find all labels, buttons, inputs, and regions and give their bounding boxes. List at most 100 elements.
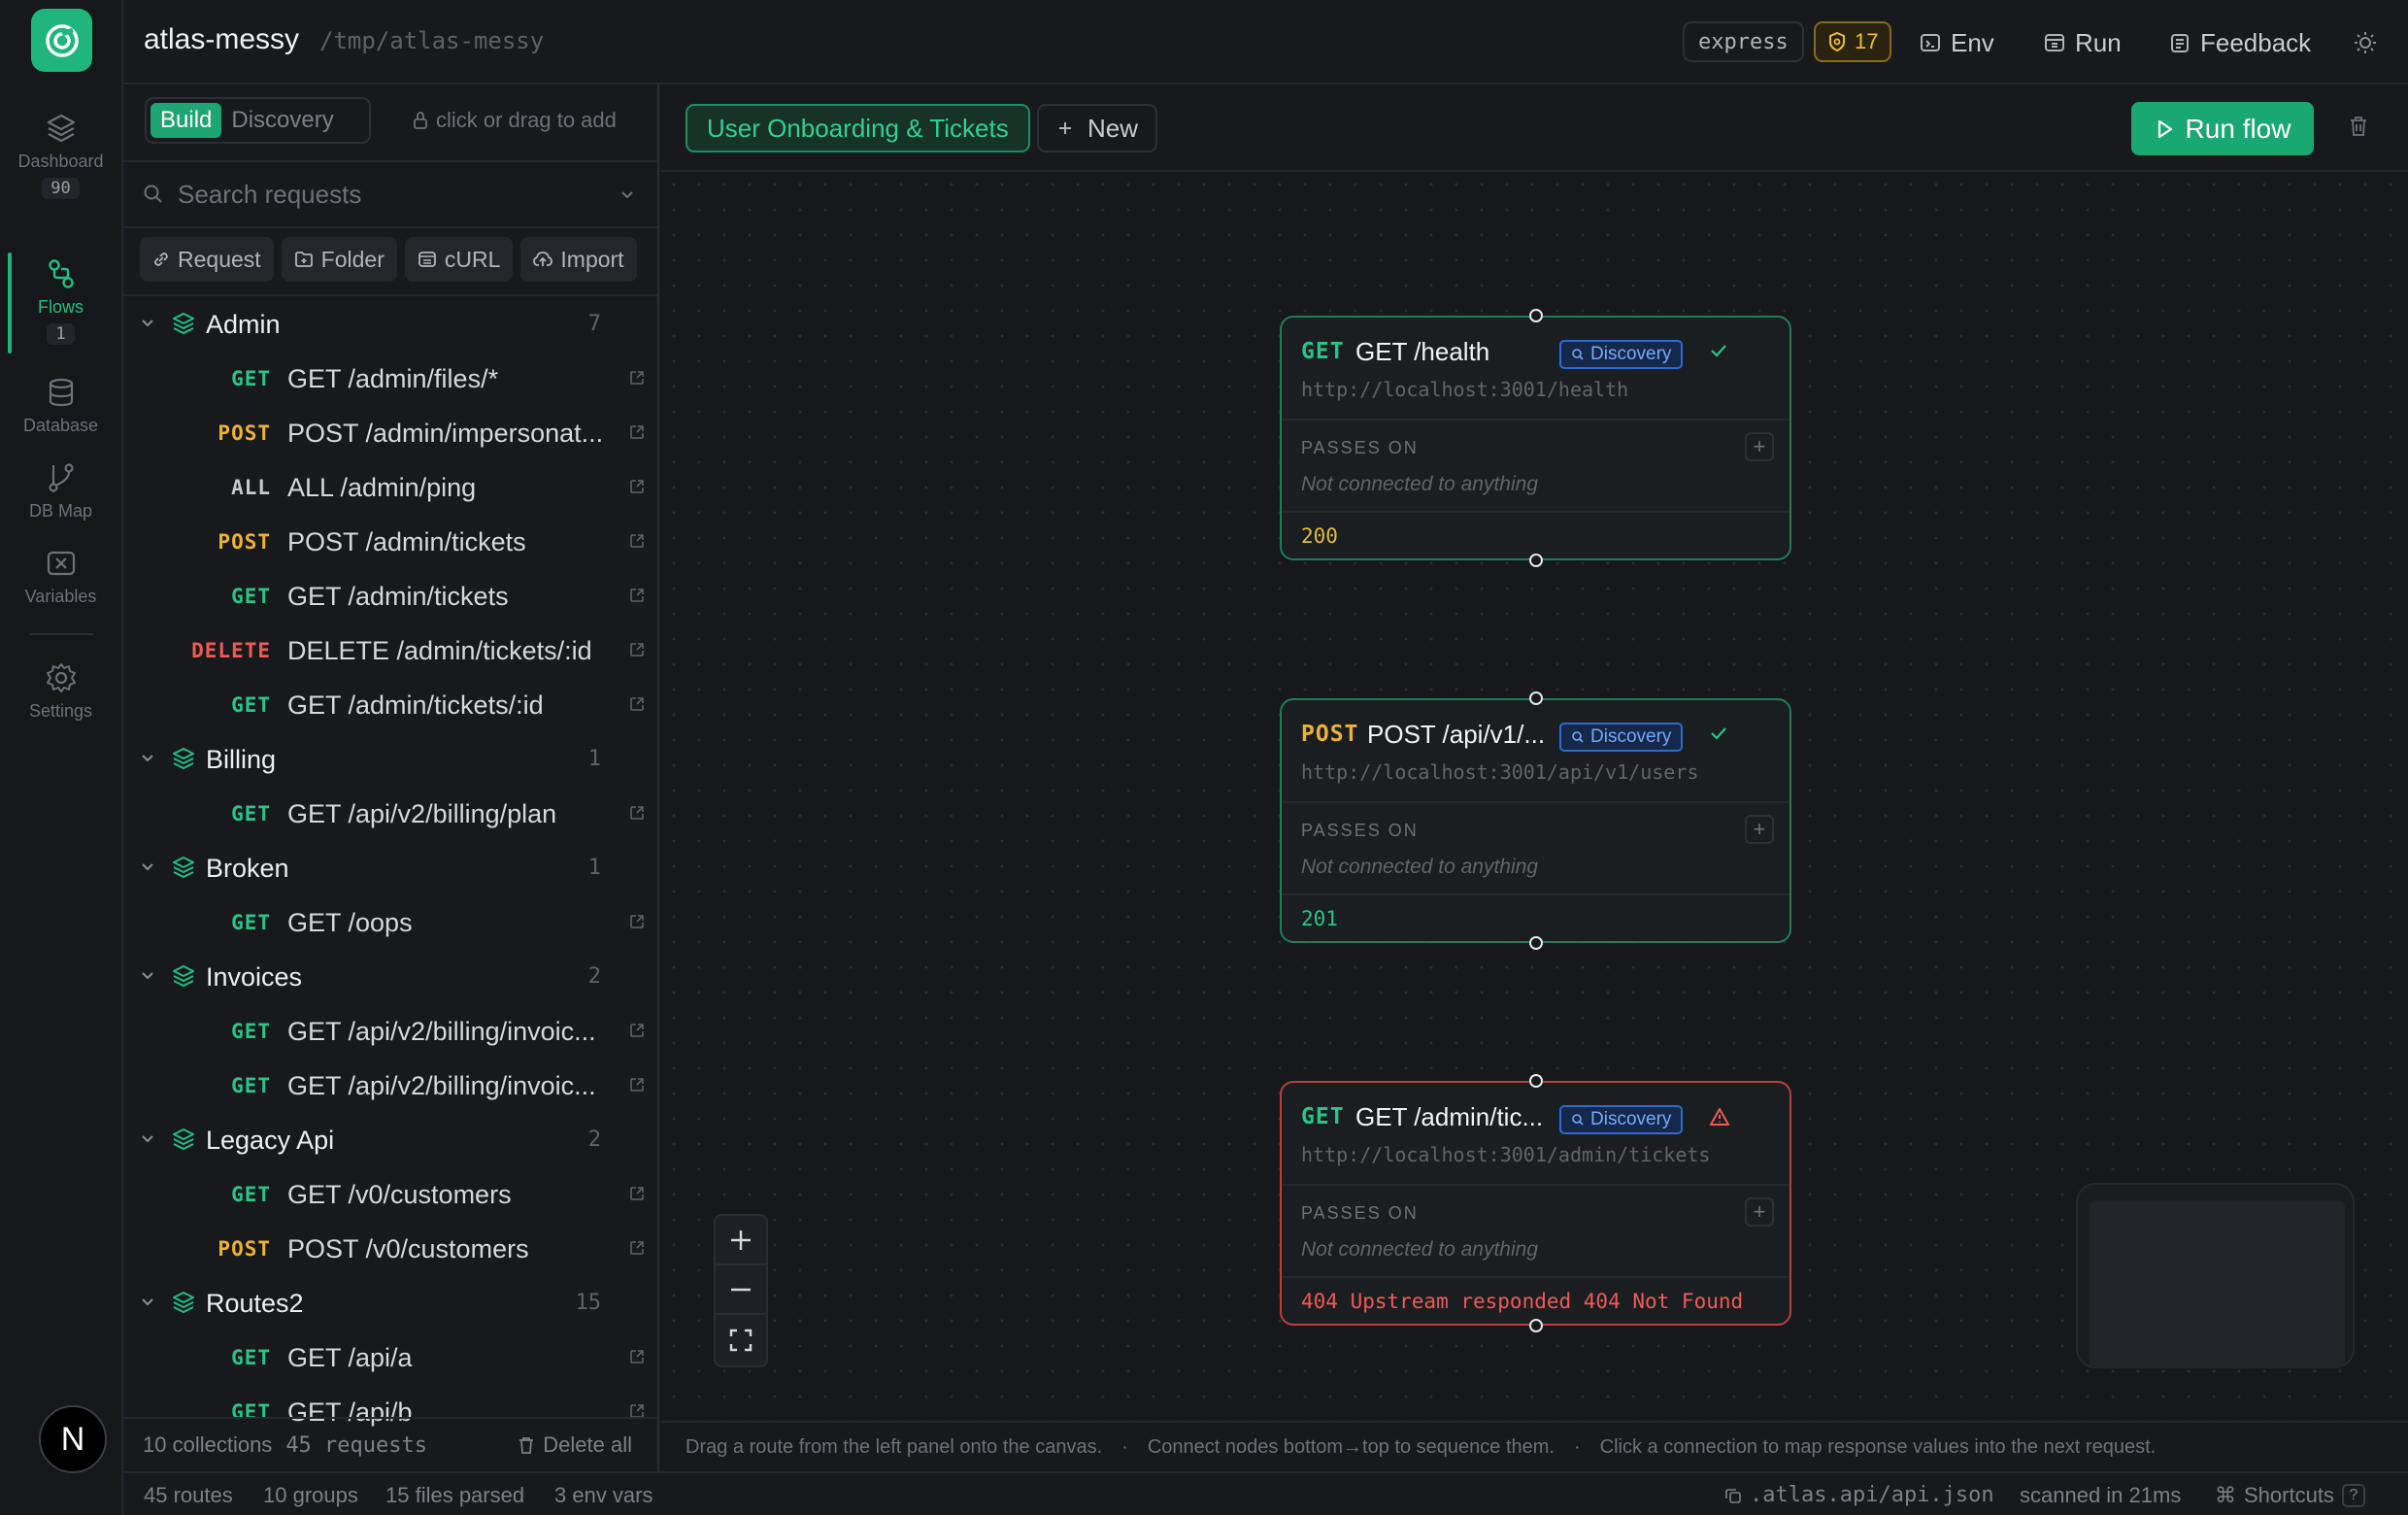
- rail-dashboard[interactable]: Dashboard 90: [0, 111, 121, 199]
- new-folder-label: Folder: [320, 246, 385, 272]
- new-folder-button[interactable]: Folder: [281, 237, 397, 282]
- node-input-handle[interactable]: [1529, 1074, 1543, 1088]
- request-item[interactable]: GET GET /api/a: [123, 1330, 657, 1384]
- collection-group[interactable]: Admin 7: [123, 296, 657, 351]
- warnings-badge[interactable]: 17: [1814, 21, 1892, 62]
- request-method: POST: [217, 421, 271, 445]
- sidebar-footer: 10 collections 45 requests Delete all: [123, 1417, 657, 1471]
- folder-plus-icon: [294, 252, 313, 267]
- external-link-icon[interactable]: [628, 369, 646, 387]
- request-name: GET /api/v2/billing/invoic...: [287, 1071, 596, 1100]
- collection-name: Invoices: [206, 962, 303, 992]
- external-link-icon[interactable]: [628, 804, 646, 822]
- collection-group[interactable]: Billing 1: [123, 731, 657, 786]
- external-link-icon[interactable]: [628, 913, 646, 930]
- external-link-icon[interactable]: [628, 532, 646, 550]
- external-link-icon[interactable]: [628, 1185, 646, 1202]
- search-input[interactable]: [178, 179, 605, 210]
- delete-all-button[interactable]: Delete all: [518, 1432, 632, 1458]
- zoom-in-button[interactable]: [716, 1216, 766, 1265]
- delete-flow-button[interactable]: [2348, 115, 2369, 138]
- app-logo[interactable]: [31, 9, 92, 72]
- env-button[interactable]: Env: [1920, 23, 1994, 62]
- import-button[interactable]: Import: [520, 237, 637, 282]
- mode-discovery-tab[interactable]: Discovery: [221, 103, 343, 138]
- request-item[interactable]: GET GET /api/v2/billing/plan: [123, 786, 657, 840]
- request-item[interactable]: POST POST /v0/customers: [123, 1221, 657, 1275]
- external-link-icon[interactable]: [628, 695, 646, 713]
- feedback-button[interactable]: Feedback: [2169, 23, 2311, 62]
- external-link-icon[interactable]: [628, 641, 646, 658]
- status-bar: 45 routes 10 groups 15 files parsed 3 en…: [123, 1471, 2408, 1515]
- fit-view-button[interactable]: [716, 1315, 766, 1364]
- node-input-handle[interactable]: [1529, 309, 1543, 322]
- request-item[interactable]: GET GET /admin/files/*: [123, 351, 657, 405]
- request-item[interactable]: POST POST /admin/impersonat...: [123, 405, 657, 459]
- request-item[interactable]: GET GET /oops: [123, 894, 657, 949]
- flow-node-admin-tickets[interactable]: GET GET /admin/tic... Discovery http://l…: [1280, 1074, 1791, 1332]
- top-bar: atlas-messy /tmp/atlas-messy express 17 …: [123, 0, 2408, 84]
- minimap[interactable]: [2076, 1183, 2355, 1368]
- chevron-down-icon[interactable]: [619, 185, 636, 203]
- request-item[interactable]: GET GET /v0/customers: [123, 1166, 657, 1221]
- shield-icon: [1829, 31, 1845, 52]
- external-link-icon[interactable]: [628, 1239, 646, 1257]
- external-link-icon[interactable]: [628, 423, 646, 441]
- external-link-icon[interactable]: [628, 1022, 646, 1039]
- node-url: http://localhost:3001/admin/tickets: [1301, 1143, 1711, 1166]
- flow-node-health[interactable]: GET GET /health Discovery http://localho…: [1280, 309, 1791, 567]
- passes-on-label: PASSES ON: [1301, 821, 1419, 840]
- node-output-handle[interactable]: [1529, 936, 1543, 950]
- collection-group[interactable]: Routes2 15: [123, 1275, 657, 1330]
- add-mapping-button[interactable]: +: [1745, 432, 1774, 461]
- rail-database-label: Database: [22, 416, 99, 435]
- request-method: GET: [231, 1074, 271, 1097]
- new-request-button[interactable]: Request: [140, 237, 274, 282]
- node-input-handle[interactable]: [1529, 691, 1543, 705]
- add-mapping-button[interactable]: +: [1745, 815, 1774, 844]
- shortcuts-button[interactable]: ⌘ Shortcuts ?: [2215, 1483, 2365, 1508]
- flow-node-create-user[interactable]: POST POST /api/v1/... Discovery http://l…: [1280, 691, 1791, 950]
- request-item[interactable]: GET GET /admin/tickets/:id: [123, 677, 657, 731]
- rail-flows[interactable]: Flows 1: [0, 256, 121, 345]
- rail-database[interactable]: Database: [0, 375, 121, 436]
- request-item[interactable]: POST POST /admin/tickets: [123, 514, 657, 568]
- node-divider: [1282, 801, 1789, 803]
- run-flow-button[interactable]: Run flow: [2131, 102, 2314, 155]
- left-rail: Dashboard 90 Flows 1 Database DB Map Var…: [0, 0, 123, 1515]
- zoom-out-button[interactable]: [716, 1265, 766, 1315]
- external-link-icon[interactable]: [628, 587, 646, 604]
- mode-build-tab[interactable]: Build: [150, 103, 222, 138]
- spec-file-link[interactable]: .atlas.api/api.json: [1724, 1483, 1994, 1507]
- rail-variables[interactable]: Variables: [0, 546, 121, 607]
- external-link-icon[interactable]: [628, 1076, 646, 1094]
- rail-db-map[interactable]: DB Map: [0, 460, 121, 522]
- node-empty-text: Not connected to anything: [1301, 1238, 1539, 1261]
- rail-settings[interactable]: Settings: [0, 660, 121, 722]
- add-mapping-button[interactable]: +: [1745, 1197, 1774, 1227]
- run-icon: [2045, 34, 2064, 51]
- collection-group[interactable]: Broken 1: [123, 840, 657, 894]
- canvas-hint-bar: Drag a route from the left panel onto th…: [661, 1421, 2408, 1471]
- theme-toggle[interactable]: [2353, 23, 2378, 62]
- node-output-handle[interactable]: [1529, 1319, 1543, 1332]
- curl-button[interactable]: cURL: [404, 237, 514, 282]
- request-item[interactable]: GET GET /admin/tickets: [123, 568, 657, 623]
- collection-group[interactable]: Invoices 2: [123, 949, 657, 1003]
- external-link-icon[interactable]: [628, 1348, 646, 1365]
- collection-group[interactable]: Legacy Api 2: [123, 1112, 657, 1166]
- request-item[interactable]: GET GET /api/v2/billing/invoic...: [123, 1058, 657, 1112]
- avatar[interactable]: N: [39, 1405, 107, 1473]
- discovery-badge: Discovery: [1559, 340, 1684, 369]
- new-flow-button[interactable]: New: [1037, 104, 1158, 152]
- passes-on-label: PASSES ON: [1301, 438, 1419, 457]
- project-path: /tmp/atlas-messy: [319, 27, 545, 54]
- request-item[interactable]: DELETE DELETE /admin/tickets/:id: [123, 623, 657, 677]
- node-output-handle[interactable]: [1529, 554, 1543, 567]
- request-item[interactable]: GET GET /api/v2/billing/invoic...: [123, 1003, 657, 1058]
- request-name: GET /admin/files/*: [287, 364, 499, 393]
- flow-tab-active[interactable]: User Onboarding & Tickets: [686, 104, 1030, 152]
- request-item[interactable]: ALL ALL /admin/ping: [123, 459, 657, 514]
- external-link-icon[interactable]: [628, 478, 646, 495]
- run-button[interactable]: Run: [2044, 23, 2122, 62]
